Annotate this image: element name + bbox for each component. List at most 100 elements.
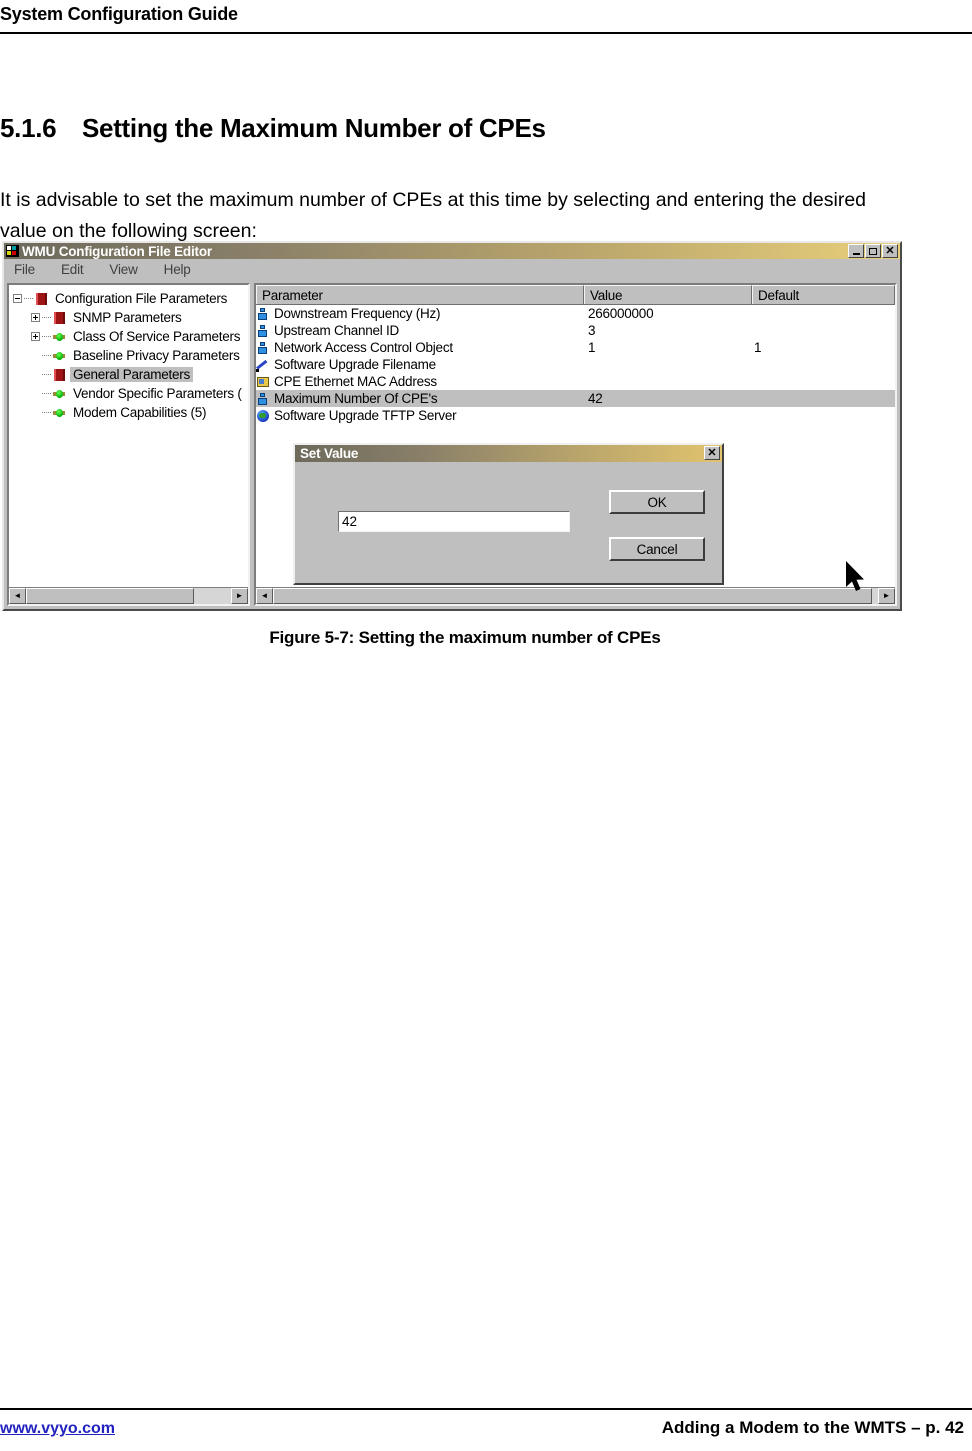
maximize-button[interactable] bbox=[865, 244, 881, 258]
section-heading: 5.1.6 Setting the Maximum Number of CPEs bbox=[0, 113, 940, 144]
scroll-left-icon[interactable]: ◄ bbox=[9, 588, 26, 604]
dialog-title: Set Value bbox=[300, 446, 359, 461]
green-node-icon bbox=[52, 387, 66, 401]
tree-connector bbox=[42, 335, 51, 338]
person-icon bbox=[256, 341, 270, 355]
card-icon bbox=[256, 375, 270, 389]
row-value-cell: 1 bbox=[588, 340, 596, 355]
row-parameter-label: Network Access Control Object bbox=[274, 340, 453, 355]
column-header-default[interactable]: Default bbox=[752, 285, 895, 304]
red-book-icon bbox=[52, 368, 66, 382]
window-titlebar[interactable]: WMU Configuration File Editor ✕ bbox=[4, 243, 900, 259]
tree-item-configuration-file-parameters[interactable]: Configuration File Parameters bbox=[13, 289, 248, 308]
expander-minus-icon[interactable] bbox=[13, 294, 22, 303]
tree-item-label: SNMP Parameters bbox=[73, 310, 182, 325]
table-row[interactable]: Upstream Channel ID 3 bbox=[256, 322, 895, 339]
tree-item-label: General Parameters bbox=[70, 367, 194, 382]
row-value-cell: 266000000 bbox=[588, 306, 654, 321]
row-parameter-label: Upstream Channel ID bbox=[274, 323, 400, 338]
table-row-selected[interactable]: Maximum Number Of CPE's 42 bbox=[256, 390, 895, 407]
tree-pane-body: Configuration File Parameters SNMP Param… bbox=[9, 285, 248, 587]
tree-item-label: Configuration File Parameters bbox=[55, 291, 228, 306]
tree-connector bbox=[42, 316, 51, 319]
tree-horizontal-scrollbar[interactable]: ◄ ► bbox=[9, 587, 248, 604]
expander-plus-icon[interactable] bbox=[31, 332, 40, 341]
menu-item-view[interactable]: View bbox=[109, 262, 137, 277]
row-parameter-cell: Downstream Frequency (Hz) bbox=[256, 306, 588, 321]
maximize-icon bbox=[869, 247, 877, 255]
table-row[interactable]: Software Upgrade Filename bbox=[256, 356, 895, 373]
windows-logo-icon bbox=[6, 245, 19, 257]
table-row[interactable]: Software Upgrade TFTP Server bbox=[256, 407, 895, 424]
tree-connector bbox=[42, 373, 51, 376]
list-column-headers: Parameter Value Default bbox=[256, 285, 895, 305]
tree-connector bbox=[42, 411, 51, 414]
scroll-right-icon[interactable]: ► bbox=[231, 588, 248, 604]
tree-item-baseline-privacy-parameters[interactable]: Baseline Privacy Parameters bbox=[13, 346, 248, 365]
minimize-button[interactable] bbox=[848, 244, 864, 258]
tree-item-label: Class Of Service Parameters bbox=[73, 329, 241, 344]
scroll-track[interactable] bbox=[26, 588, 231, 604]
table-row[interactable]: Downstream Frequency (Hz) 266000000 bbox=[256, 305, 895, 322]
parameter-tree: Configuration File Parameters SNMP Param… bbox=[9, 285, 248, 422]
row-parameter-cell: Maximum Number Of CPE's bbox=[256, 391, 588, 406]
scroll-right-icon[interactable]: ► bbox=[878, 588, 895, 604]
dialog-close-button[interactable]: ✕ bbox=[704, 446, 720, 460]
row-value-cell: 3 bbox=[588, 323, 596, 338]
column-header-parameter[interactable]: Parameter bbox=[256, 285, 584, 304]
tree-item-modem-capabilities[interactable]: Modem Capabilities (5) bbox=[13, 403, 248, 422]
dialog-titlebar[interactable]: Set Value ✕ bbox=[295, 445, 722, 462]
close-button[interactable]: ✕ bbox=[882, 244, 898, 258]
tree-item-class-of-service-parameters[interactable]: Class Of Service Parameters bbox=[13, 327, 248, 346]
row-value-cell: 42 bbox=[588, 391, 603, 406]
tree-item-snmp-parameters[interactable]: SNMP Parameters bbox=[13, 308, 248, 327]
person-icon bbox=[256, 307, 270, 321]
column-header-value[interactable]: Value bbox=[584, 285, 752, 304]
tree-pane: Configuration File Parameters SNMP Param… bbox=[7, 283, 250, 606]
tree-connector bbox=[42, 354, 51, 357]
scroll-thumb[interactable] bbox=[26, 588, 195, 604]
list-horizontal-scrollbar[interactable]: ◄ ► bbox=[256, 587, 895, 604]
scroll-track[interactable] bbox=[273, 588, 878, 604]
scroll-thumb[interactable] bbox=[273, 588, 872, 604]
value-input[interactable]: 42 bbox=[338, 511, 570, 532]
person-icon bbox=[256, 392, 270, 406]
minimize-icon bbox=[852, 252, 860, 255]
tree-item-label: Vendor Specific Parameters ( bbox=[73, 386, 242, 401]
page-header-divider bbox=[0, 32, 972, 34]
footer-page-info: Adding a Modem to the WMTS – p. 42 bbox=[661, 1418, 964, 1437]
green-node-icon bbox=[52, 349, 66, 363]
tree-connector bbox=[42, 392, 51, 395]
footer-website-link[interactable]: www.vyyo.com bbox=[0, 1420, 115, 1438]
tree-connector bbox=[24, 297, 33, 300]
table-row[interactable]: Network Access Control Object 1 1 bbox=[256, 339, 895, 356]
row-default-cell: 1 bbox=[754, 340, 762, 355]
set-value-dialog: Set Value ✕ 42 OK Cancel bbox=[293, 443, 724, 585]
menu-item-help[interactable]: Help bbox=[164, 262, 191, 277]
scroll-left-icon[interactable]: ◄ bbox=[256, 588, 273, 604]
menu-item-file[interactable]: File bbox=[14, 262, 35, 277]
row-parameter-cell: Software Upgrade TFTP Server bbox=[256, 408, 588, 423]
globe-icon bbox=[256, 409, 270, 423]
section-number: 5.1.6 bbox=[0, 113, 57, 143]
ok-button[interactable]: OK bbox=[609, 490, 705, 514]
section-title: Setting the Maximum Number of CPEs bbox=[82, 113, 546, 143]
menu-item-edit[interactable]: Edit bbox=[61, 262, 84, 277]
row-parameter-label: Software Upgrade Filename bbox=[274, 357, 436, 372]
tree-item-general-parameters[interactable]: General Parameters bbox=[13, 365, 248, 384]
row-parameter-cell: Upstream Channel ID bbox=[256, 323, 588, 338]
window-controls: ✕ bbox=[848, 244, 898, 258]
tree-item-label: Modem Capabilities (5) bbox=[73, 405, 207, 420]
red-book-icon bbox=[34, 292, 48, 306]
row-parameter-cell: Network Access Control Object bbox=[256, 340, 588, 355]
row-parameter-label: Maximum Number Of CPE's bbox=[274, 391, 438, 406]
tree-item-vendor-specific-parameters[interactable]: Vendor Specific Parameters ( bbox=[13, 384, 248, 403]
table-row[interactable]: CPE Ethernet MAC Address bbox=[256, 373, 895, 390]
cancel-button[interactable]: Cancel bbox=[609, 537, 705, 561]
page-header-title: System Configuration Guide bbox=[0, 4, 238, 24]
red-book-icon bbox=[52, 311, 66, 325]
expander-plus-icon[interactable] bbox=[31, 313, 40, 322]
green-node-icon bbox=[52, 406, 66, 420]
green-node-icon bbox=[52, 330, 66, 344]
row-parameter-cell: Software Upgrade Filename bbox=[256, 357, 588, 372]
